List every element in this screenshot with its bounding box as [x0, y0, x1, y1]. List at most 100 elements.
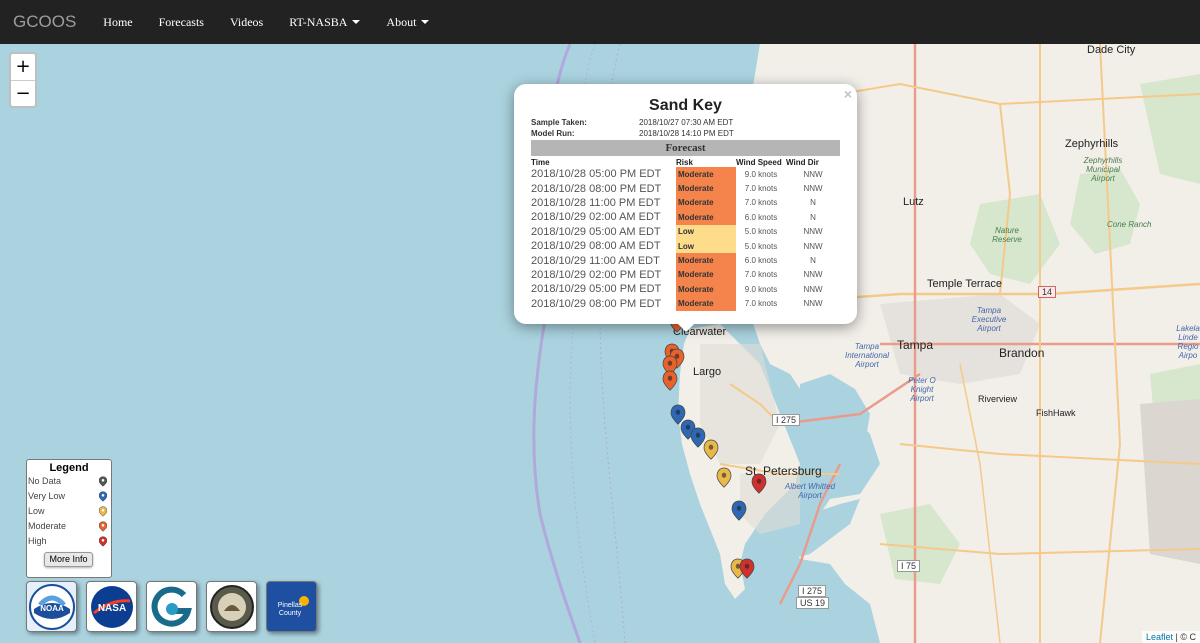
nav-forecasts[interactable]: Forecasts [159, 15, 204, 30]
noaa-icon: NOAA [28, 583, 75, 630]
wind-speed: 9.0 knots [744, 284, 778, 294]
forecast-time: 2018/10/29 08:00 PM EDT [531, 297, 662, 310]
column-header-time: Time [531, 157, 550, 167]
wind-dir: NNW [803, 284, 823, 294]
nav-forecasts-label: Forecasts [158, 14, 204, 29]
zoom-out-button[interactable]: − [11, 80, 35, 106]
navbar: GCOOS Home Forecasts Videos RT-NASBA Abo… [0, 0, 1200, 44]
zoom-control: + − [9, 52, 37, 108]
legend-item: No Data [27, 474, 111, 489]
table-row: 2018/10/29 05:00 AM EDT Low 5.0 knots NNW [531, 224, 840, 239]
pinellas-text-2: County [278, 610, 301, 617]
nav-rt-nasba[interactable]: RT-NASBA [289, 15, 361, 30]
caret-down-icon [352, 20, 361, 24]
forecast-time: 2018/10/28 05:00 PM EDT [531, 168, 662, 181]
map-pin-icon [99, 476, 107, 487]
caret-down-icon [421, 20, 430, 24]
legend-item: Very Low [27, 489, 111, 504]
table-row: 2018/10/29 02:00 AM EDT Moderate 6.0 knots… [531, 210, 840, 225]
legend-label: High [28, 536, 47, 546]
attribution-rest: | © C [1173, 632, 1196, 642]
legend-label: No Data [28, 476, 62, 486]
forecast-time: 2018/10/29 02:00 AM EDT [531, 211, 661, 224]
close-icon[interactable]: × [844, 86, 852, 102]
nav-about[interactable]: About [386, 15, 430, 30]
station-marker[interactable] [751, 473, 767, 494]
nav-videos-label: Videos [229, 14, 264, 29]
legend-label: Very Low [28, 491, 66, 501]
wind-dir: NNW [803, 184, 823, 194]
map-pin-icon [99, 521, 107, 532]
column-header-risk: Risk [676, 157, 693, 167]
nasa-icon: NASA [90, 585, 133, 628]
wind-speed: 5.0 knots [744, 241, 778, 251]
wind-speed: 9.0 knots [744, 169, 778, 179]
legend-item: Low [27, 504, 111, 519]
noaa-logo[interactable]: NOAA [26, 581, 77, 632]
risk-badge: Moderate [676, 195, 736, 211]
wind-speed: 7.0 knots [744, 270, 778, 280]
column-header-wind-dir: Wind Dir [786, 157, 819, 167]
table-row: 2018/10/29 05:00 PM EDT Moderate 9.0 knots… [531, 282, 840, 297]
wind-dir: N [810, 212, 816, 222]
forecast-time: 2018/10/29 05:00 PM EDT [531, 283, 662, 296]
leaflet-link[interactable]: Leaflet [1146, 632, 1173, 642]
nav-home-label: Home [103, 14, 133, 29]
station-marker[interactable] [690, 427, 706, 448]
wind-speed: 7.0 knots [744, 184, 778, 194]
svg-text:NOAA: NOAA [40, 604, 64, 613]
forecast-table-header: Time Risk Wind Speed Wind Dir [531, 157, 840, 167]
station-marker[interactable] [703, 439, 719, 460]
svg-text:NASA: NASA [97, 603, 125, 614]
gcoos-logo[interactable] [146, 581, 197, 632]
pinellas-logo[interactable]: Pinellas County [266, 581, 317, 632]
wind-dir: N [810, 198, 816, 208]
station-marker[interactable] [739, 558, 755, 579]
forecast-time: 2018/10/29 05:00 AM EDT [531, 225, 661, 238]
risk-badge: Moderate [676, 267, 736, 283]
station-marker[interactable] [670, 404, 686, 425]
risk-badge: Low [676, 224, 736, 239]
table-row: 2018/10/29 11:00 AM EDT Moderate 6.0 knots… [531, 253, 840, 268]
brand-logo[interactable]: GCOOS [13, 12, 76, 32]
nasa-logo[interactable]: NASA [86, 581, 137, 632]
wind-speed: 6.0 knots [744, 256, 778, 266]
map-attribution: Leaflet | © C [1141, 631, 1200, 643]
column-header-wind-speed: Wind Speed [736, 157, 782, 167]
wind-speed: 5.0 knots [744, 227, 778, 237]
sample-taken-value: 2018/10/27 07:30 AM EDT [639, 118, 734, 127]
more-info-button[interactable]: More Info [44, 552, 93, 567]
map-pin-icon [99, 536, 107, 547]
pinellas-text-1: Pinellas [277, 602, 302, 609]
nav-videos[interactable]: Videos [230, 15, 263, 30]
risk-badge: Moderate [676, 253, 736, 268]
table-row: 2018/10/28 08:00 PM EDT Moderate 7.0 knots… [531, 181, 840, 196]
legend-title: Legend [49, 462, 89, 474]
legend-item: Moderate [27, 519, 111, 534]
popup-tip [676, 322, 696, 332]
legend-item: High [27, 534, 111, 549]
forecast-time: 2018/10/29 08:00 AM EDT [531, 240, 661, 253]
seal-icon [209, 584, 254, 629]
forecast-table: Time Risk Wind Speed Wind Dir 2018/10/28… [531, 157, 840, 311]
zoom-in-button[interactable]: + [11, 54, 35, 80]
risk-badge: Moderate [676, 282, 736, 297]
risk-badge: Moderate [676, 210, 736, 225]
popup-title: Sand Key [649, 97, 722, 114]
pinellas-icon: Pinellas County [267, 582, 316, 631]
table-row: 2018/10/29 08:00 PM EDT Moderate 7.0 knots… [531, 296, 840, 311]
table-row: 2018/10/29 02:00 PM EDT Moderate 7.0 knots… [531, 267, 840, 283]
station-marker[interactable] [662, 370, 678, 391]
station-marker[interactable] [716, 467, 732, 488]
model-run-label: Model Run: [531, 129, 575, 138]
wind-dir: NNW [803, 227, 823, 237]
risk-badge: Low [676, 238, 736, 254]
wind-dir: N [810, 256, 816, 266]
sample-taken-label: Sample Taken: [531, 118, 587, 127]
risk-badge: Moderate [676, 296, 736, 311]
station-marker[interactable] [731, 500, 747, 521]
seal-logo[interactable] [206, 581, 257, 632]
nav-home[interactable]: Home [103, 15, 132, 30]
legend-label: Moderate [28, 521, 67, 531]
map-pin-icon [99, 491, 107, 502]
